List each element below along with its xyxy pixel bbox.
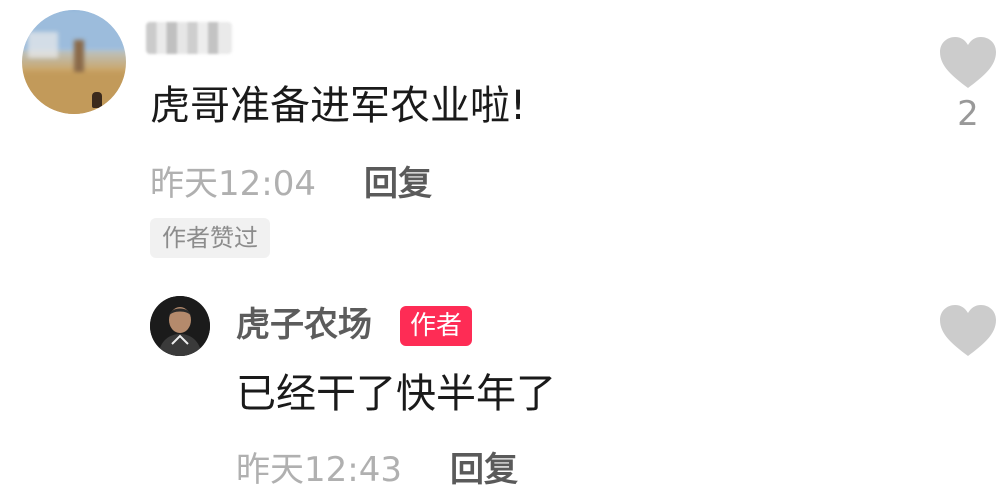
comment-text: 虎哥准备进军农业啦! (150, 83, 527, 129)
reply-text: 已经干了快半年了 (236, 371, 556, 417)
comment-time: 昨天12:04 (150, 164, 316, 204)
avatar-ground (22, 72, 126, 114)
reply-button[interactable]: 回复 (364, 156, 432, 205)
reply-avatar-image (150, 296, 210, 356)
reply-meta: 昨天12:43 回复 (236, 442, 518, 491)
avatar-blur (28, 32, 58, 58)
reply-button[interactable]: 回复 (450, 442, 518, 491)
avatar-pillar (74, 40, 84, 76)
reply-avatar[interactable] (150, 296, 210, 356)
reply-time: 昨天12:43 (236, 450, 402, 490)
like-count: 2 (957, 94, 979, 134)
author-badge: 作者 (400, 306, 473, 346)
heart-icon (940, 37, 996, 88)
comment-meta: 昨天12:04 回复 (150, 156, 432, 205)
author-liked-badge: 作者赞过 (150, 218, 270, 258)
heart-icon (940, 305, 996, 356)
avatar-figure (92, 92, 102, 108)
reply-username[interactable]: 虎子农场 (236, 302, 372, 348)
username[interactable] (146, 22, 232, 54)
like-button[interactable] (938, 36, 998, 90)
avatar[interactable] (22, 10, 126, 114)
like-button[interactable] (938, 304, 998, 358)
